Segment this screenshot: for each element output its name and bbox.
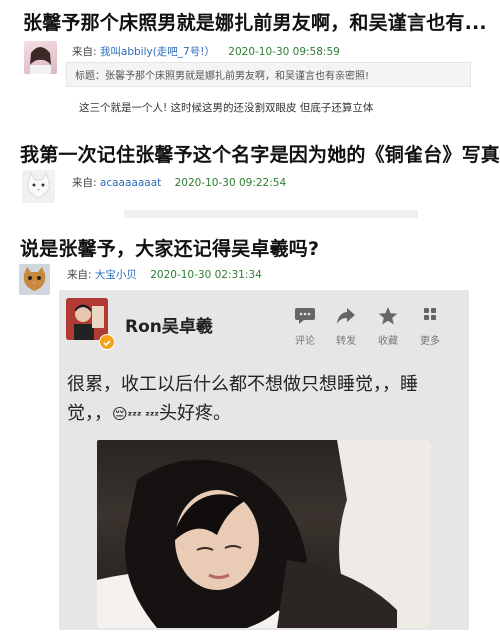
post-body: 这三个就是一个人! 这时候这男的还没割双眼皮 但底子还算立体 xyxy=(79,102,374,114)
timestamp: 2020-10-30 09:22:54 xyxy=(174,177,287,189)
action-label: 评论 xyxy=(295,336,315,347)
action-label: 收藏 xyxy=(378,336,398,347)
star-icon xyxy=(378,307,398,325)
weibo-comment-button[interactable]: 评论 xyxy=(285,306,325,347)
weibo-more-button[interactable]: 更多 xyxy=(410,306,450,347)
post-title[interactable]: 我第一次记住张馨予这个名字是因为她的《铜雀台》写真 xyxy=(20,140,500,167)
from-label: 来自: xyxy=(72,46,97,58)
sleepy-emoji-icon: 😔 xyxy=(112,405,128,423)
divider xyxy=(124,210,418,218)
weibo-avatar[interactable] xyxy=(66,298,108,340)
action-label: 更多 xyxy=(420,336,440,347)
timestamp: 2020-10-30 09:58:59 xyxy=(228,46,340,58)
post-meta: 来自: 大宝小贝 2020-10-30 02:31:34 xyxy=(67,267,262,282)
verified-badge-icon xyxy=(99,334,115,350)
from-label: 来自: xyxy=(67,269,92,281)
zzz-text: ᶻᶻᶻ ᶻᶻᶻ xyxy=(127,409,160,422)
weibo-text-line: 很累，收工以后什么都不想做只想睡觉，，睡 xyxy=(67,374,418,395)
text-part: 觉，， xyxy=(67,403,112,424)
post-meta: 来自: 我叫abbily(走吧_7号!） 2020-10-30 09:58:59 xyxy=(72,44,340,59)
weibo-text-line: 觉，，😔ᶻᶻᶻ ᶻᶻᶻ头好疼。 xyxy=(67,399,463,430)
more-icon xyxy=(424,308,436,320)
action-label: 转发 xyxy=(336,336,356,347)
weibo-username[interactable]: Ron吴卓羲 xyxy=(125,312,213,337)
user-avatar[interactable] xyxy=(22,170,55,203)
weibo-screenshot: Ron吴卓羲 评论 转发 收藏 更多 很累，收工以后什么都不想做只想睡觉，，睡 … xyxy=(59,290,469,630)
post-meta: 来自: acaaaaaaat 2020-10-30 09:22:54 xyxy=(72,175,286,190)
weibo-repost-button[interactable]: 转发 xyxy=(326,306,366,347)
repost-icon xyxy=(337,308,355,324)
post-title[interactable]: 张馨予那个床照男就是娜扎前男友啊，和吴谨言也有... xyxy=(23,8,487,35)
from-label: 来自: xyxy=(72,177,97,189)
comment-icon xyxy=(295,308,315,324)
user-avatar[interactable] xyxy=(24,41,57,74)
user-link[interactable]: 大宝小贝 xyxy=(95,269,137,281)
weibo-photo[interactable] xyxy=(97,440,431,628)
quoted-title: 标题：张馨予那个床照男就是娜扎前男友啊，和吴谨言也有亲密照! xyxy=(66,62,471,87)
user-link[interactable]: 我叫abbily(走吧_7号!） xyxy=(100,46,215,58)
weibo-text: 很累，收工以后什么都不想做只想睡觉，，睡 觉，，😔ᶻᶻᶻ ᶻᶻᶻ头好疼。 xyxy=(67,370,463,430)
timestamp: 2020-10-30 02:31:34 xyxy=(150,269,262,281)
user-link[interactable]: acaaaaaaat xyxy=(100,177,161,189)
text-part: 头好疼。 xyxy=(159,403,232,424)
weibo-favorite-button[interactable]: 收藏 xyxy=(368,306,408,347)
post-title[interactable]: 说是张馨予，大家还记得吴卓羲吗? xyxy=(20,234,319,261)
user-avatar[interactable] xyxy=(19,264,50,295)
